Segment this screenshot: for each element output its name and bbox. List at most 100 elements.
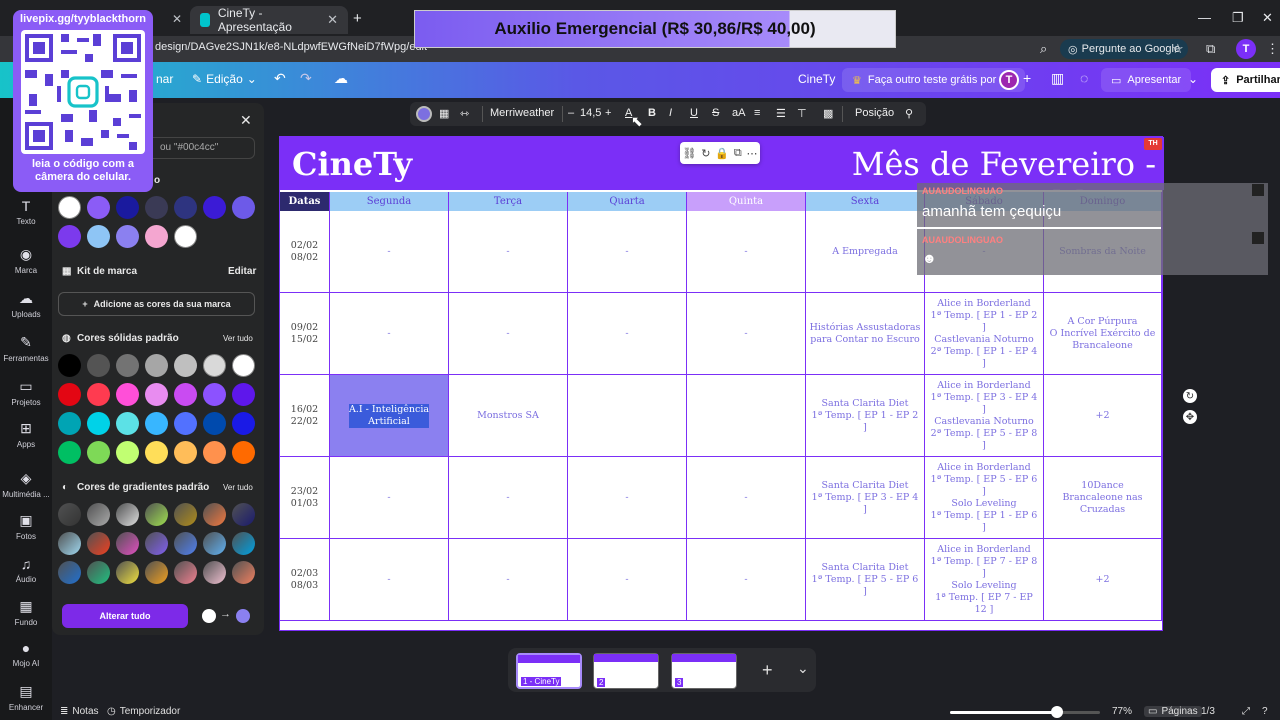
color-swatch[interactable]	[116, 225, 139, 248]
ask-google-button[interactable]: ◎ Pergunte ao Google	[1060, 39, 1189, 59]
notes-button[interactable]: ≣ Notas	[60, 706, 99, 717]
cloud-save-icon[interactable]: ☁	[334, 70, 348, 87]
color-swatch[interactable]	[58, 503, 81, 526]
date-range-cell[interactable]: 09/02 15/02	[280, 293, 330, 375]
rail-item[interactable]: ▭ Projetos	[0, 378, 52, 407]
schedule-cell[interactable]: -	[687, 457, 806, 539]
color-swatch[interactable]	[174, 383, 197, 406]
schedule-cell[interactable]: -	[449, 457, 568, 539]
maximize-icon[interactable]: ❐	[1232, 10, 1244, 26]
table-header-cell[interactable]: Terça	[449, 192, 568, 211]
move-icon[interactable]: ✥	[1183, 410, 1197, 424]
pages-button[interactable]: ▭ Páginas	[1144, 706, 1202, 717]
profile-avatar[interactable]: T	[1236, 39, 1256, 59]
schedule-cell[interactable]: -	[330, 457, 449, 539]
color-swatch[interactable]	[203, 503, 226, 526]
schedule-cell[interactable]: Santa Clarita Diet 1ª Temp. [ EP 1 - EP …	[806, 375, 925, 457]
refresh-icon[interactable]: ↻	[701, 147, 710, 160]
color-swatch[interactable]	[145, 225, 168, 248]
rail-item[interactable]: ✎ Ferramentas	[0, 334, 52, 363]
brand-kit-edit-button[interactable]: Editar	[228, 266, 256, 277]
edit-menu-button[interactable]: ✎ Edição ⌄	[192, 72, 257, 86]
color-swatch[interactable]	[203, 441, 226, 464]
date-range-cell[interactable]: 23/02 01/03	[280, 457, 330, 539]
color-swatch[interactable]	[116, 412, 139, 435]
zoom-level[interactable]: 77%	[1112, 706, 1132, 717]
more-options-icon[interactable]: ⋯	[747, 147, 758, 160]
present-button[interactable]: ▭ Apresentar	[1101, 68, 1192, 92]
schedule-cell[interactable]: Santa Clarita Diet 1ª Temp. [ EP 5 - EP …	[806, 539, 925, 621]
underline-icon[interactable]: U	[690, 107, 698, 119]
color-swatch[interactable]	[203, 354, 226, 377]
color-swatch[interactable]	[116, 196, 139, 219]
font-family-select[interactable]: Merriweather	[490, 107, 554, 119]
schedule-cell[interactable]: A Empregada	[806, 211, 925, 293]
rail-item[interactable]: ☁ Uploads	[0, 290, 52, 319]
color-swatch[interactable]	[174, 225, 197, 248]
close-icon[interactable]: ✕	[172, 12, 182, 26]
zoom-search-icon[interactable]: ⌕	[1040, 41, 1047, 57]
tab-cinety[interactable]: CineTy - Apresentação ✕	[190, 6, 348, 34]
gradient-see-all-link[interactable]: Ver tudo	[223, 483, 253, 492]
color-swatch[interactable]	[203, 196, 226, 219]
color-swatch[interactable]	[232, 412, 255, 435]
schedule-cell[interactable]: -	[449, 539, 568, 621]
color-swatch[interactable]	[87, 225, 110, 248]
color-swatch[interactable]	[174, 561, 197, 584]
color-swatch[interactable]	[87, 412, 110, 435]
font-size-input[interactable]: 14,5	[580, 107, 601, 119]
color-swatch[interactable]	[174, 441, 197, 464]
color-swatch[interactable]	[87, 532, 110, 555]
schedule-cell[interactable]: Santa Clarita Diet 1ª Temp. [ EP 3 - EP …	[806, 457, 925, 539]
design-title[interactable]: CineTy	[292, 145, 412, 183]
add-page-button[interactable]: +	[762, 660, 773, 681]
schedule-cell[interactable]: -	[330, 293, 449, 375]
page-thumbnail[interactable]: 3	[671, 653, 737, 689]
color-swatch[interactable]	[203, 561, 226, 584]
color-swatch[interactable]	[58, 225, 81, 248]
menu-label[interactable]: nar	[156, 72, 173, 86]
color-swatch[interactable]	[116, 354, 139, 377]
add-brand-colors-button[interactable]: + Adicione as cores da sua marca	[58, 292, 255, 316]
page-thumbnail[interactable]: 1 - CineTy	[516, 653, 582, 689]
color-swatch[interactable]	[203, 532, 226, 555]
timer-button[interactable]: ◷ Temporizador	[107, 706, 180, 717]
table-header-cell[interactable]: Datas	[280, 192, 330, 211]
color-swatch[interactable]	[232, 196, 255, 219]
color-swatch[interactable]	[58, 412, 81, 435]
analytics-icon[interactable]: ▥	[1051, 70, 1064, 87]
comments-icon[interactable]: ◌	[1080, 70, 1088, 86]
color-swatch[interactable]	[232, 441, 255, 464]
color-swatch[interactable]	[203, 383, 226, 406]
rotate-icon[interactable]: ↻	[1183, 389, 1197, 403]
menu-dots-icon[interactable]: ⋮	[1266, 41, 1279, 57]
color-swatch[interactable]	[232, 383, 255, 406]
schedule-cell[interactable]	[568, 375, 687, 457]
schedule-cell[interactable]: -	[687, 211, 806, 293]
schedule-cell[interactable]: -	[449, 211, 568, 293]
schedule-cell[interactable]: Alice in Borderland 1ª Temp. [ EP 7 - EP…	[925, 539, 1044, 621]
format-painter-icon[interactable]: ⚲	[905, 107, 913, 120]
rail-item[interactable]: ▣ Fotos	[0, 512, 52, 541]
color-swatch[interactable]	[145, 383, 168, 406]
color-swatch[interactable]	[232, 532, 255, 555]
schedule-cell[interactable]: -	[568, 293, 687, 375]
align-center-icon[interactable]: ≡	[754, 107, 760, 119]
color-swatch[interactable]	[87, 354, 110, 377]
color-swatch[interactable]	[174, 196, 197, 219]
color-swatch[interactable]	[116, 561, 139, 584]
link-icon[interactable]: ⛓	[682, 147, 696, 160]
schedule-cell[interactable]: -	[449, 293, 568, 375]
letter-case-icon[interactable]: aA	[732, 107, 745, 119]
schedule-cell[interactable]: -	[568, 457, 687, 539]
copy-icon[interactable]: ⧉	[734, 147, 742, 160]
color-swatch[interactable]	[58, 383, 81, 406]
list-icon[interactable]: ☰	[776, 107, 786, 120]
position-button[interactable]: Posição	[855, 107, 894, 119]
date-range-cell[interactable]: 02/03 08/03	[280, 539, 330, 621]
color-swatch[interactable]	[58, 441, 81, 464]
color-swatch[interactable]	[116, 383, 139, 406]
schedule-cell[interactable]: -	[330, 539, 449, 621]
rail-item[interactable]: T Texto	[0, 198, 52, 226]
color-swatch[interactable]	[58, 561, 81, 584]
